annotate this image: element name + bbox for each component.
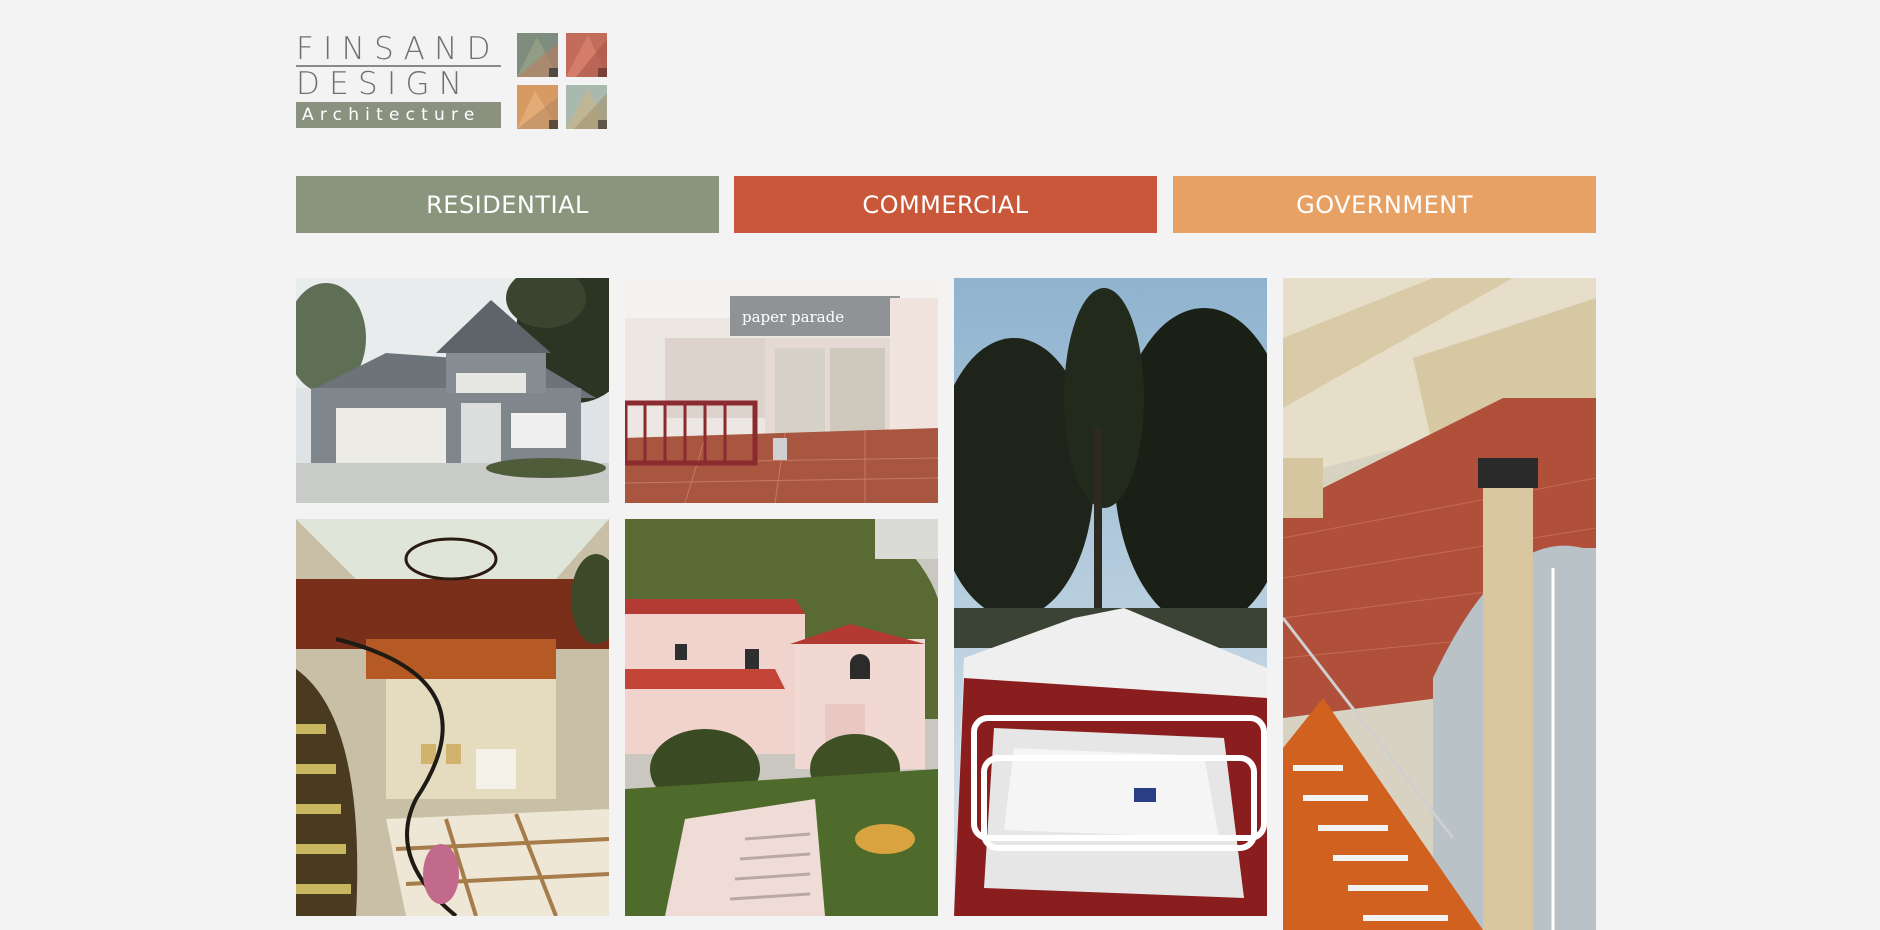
photo-residential-house[interactable] — [296, 278, 609, 503]
logo-square-3 — [517, 85, 558, 129]
logo-line-2: DESIGN — [296, 66, 472, 102]
logo-tagline: Architecture — [296, 102, 501, 128]
commercial-button[interactable]: COMMERCIAL — [734, 176, 1157, 233]
site-logo[interactable]: FINSAND DESIGN Architecture — [296, 33, 608, 130]
logo-square-4 — [566, 85, 607, 129]
photo-commercial-storefront[interactable]: paper parade — [625, 278, 938, 503]
storefront-sign: paper parade — [742, 308, 844, 326]
government-button[interactable]: GOVERNMENT — [1173, 176, 1596, 233]
photo-residential-foyer[interactable] — [296, 519, 609, 916]
logo-wordmark: FINSAND DESIGN Architecture — [296, 33, 504, 128]
photo-residential-hillside-house[interactable] — [625, 519, 938, 916]
logo-mark-icon — [517, 33, 608, 130]
photo-interior-beams-stair[interactable] — [1283, 278, 1596, 930]
photo-government-rooftop[interactable] — [954, 278, 1267, 916]
logo-line-1: FINSAND — [296, 31, 500, 67]
logo-square-1 — [517, 33, 558, 77]
residential-button[interactable]: RESIDENTIAL — [296, 176, 719, 233]
logo-square-2 — [566, 33, 607, 77]
